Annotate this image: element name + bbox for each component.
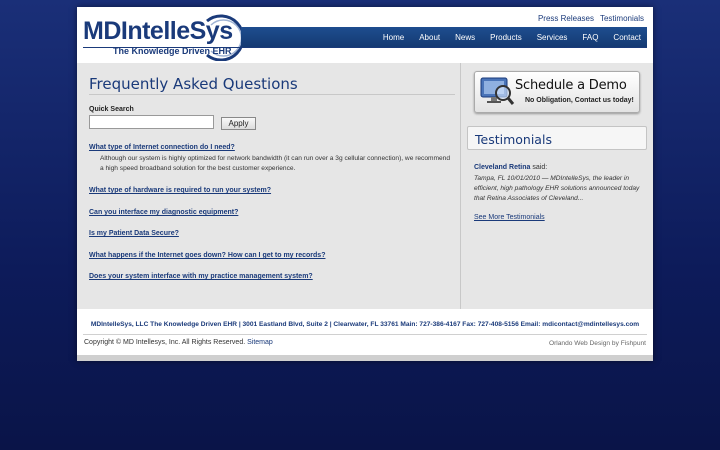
footer-bottom-bar <box>77 355 653 361</box>
top-link-press-releases[interactable]: Press Releases <box>538 14 594 23</box>
faq-main: Frequently Asked Questions Quick Search … <box>77 63 461 309</box>
site-footer: MDIntelleSys, LLC The Knowledge Driven E… <box>77 309 653 361</box>
faq-question-diagnostic-equipment[interactable]: Can you interface my diagnostic equipmen… <box>89 209 238 216</box>
sidebar: Schedule a Demo No Obligation, Contact u… <box>462 63 653 309</box>
nav-home[interactable]: Home <box>383 33 404 42</box>
faq-question-practice-management[interactable]: Does your system interface with my pract… <box>89 273 313 280</box>
top-links: Press Releases Testimonials <box>538 14 644 23</box>
credit-by: by Fishpunt <box>611 340 646 347</box>
nav-products[interactable]: Products <box>490 33 522 42</box>
testimonial-text: Tampa, FL 10/01/2010 — MDIntelleSys, the… <box>474 175 640 202</box>
monitor-magnifier-icon <box>480 77 515 105</box>
design-credit: Orlando Web Design by Fishpunt <box>549 340 646 347</box>
nav-news[interactable]: News <box>455 33 475 42</box>
apply-button[interactable]: Apply <box>221 117 256 130</box>
nav-contact[interactable]: Contact <box>613 33 641 42</box>
nav-services[interactable]: Services <box>537 33 568 42</box>
demo-title: Schedule a Demo <box>515 78 627 93</box>
nav-divider <box>83 47 647 48</box>
content-area: Frequently Asked Questions Quick Search … <box>77 63 653 309</box>
nav-about[interactable]: About <box>419 33 440 42</box>
faq-question-data-security[interactable]: Is my Patient Data Secure? <box>89 230 179 237</box>
testimonial-said: said: <box>532 164 548 171</box>
testimonial-author-name: Cleveland Retina <box>474 164 531 171</box>
schedule-demo-button[interactable]: Schedule a Demo No Obligation, Contact u… <box>474 71 640 113</box>
footer-divider <box>83 334 647 335</box>
site-logo[interactable]: MDIntelleSys The Knowledge Driven EHR <box>83 14 248 61</box>
faq-question-internet-connection[interactable]: What type of Internet connection do I ne… <box>89 144 235 151</box>
page-container: MDIntelleSys The Knowledge Driven EHR Pr… <box>77 7 653 361</box>
web-design-link[interactable]: Orlando Web Design <box>549 340 610 347</box>
site-header: MDIntelleSys The Knowledge Driven EHR Pr… <box>77 7 653 63</box>
faq-question-internet-down[interactable]: What happens if the Internet goes down? … <box>89 252 325 259</box>
top-link-testimonials[interactable]: Testimonials <box>600 14 644 23</box>
quick-search-label: Quick Search <box>89 106 134 113</box>
testimonial-author: Cleveland Retina said: <box>474 164 547 171</box>
testimonials-title: Testimonials <box>475 132 552 147</box>
see-more-testimonials-link[interactable]: See More Testimonials <box>474 214 545 221</box>
copyright-line: Copyright © MD Intellesys, Inc. All Righ… <box>84 339 273 346</box>
page-title: Frequently Asked Questions <box>89 75 298 93</box>
faq-question-hardware[interactable]: What type of hardware is required to run… <box>89 187 271 194</box>
sitemap-link[interactable]: Sitemap <box>247 339 273 346</box>
testimonials-header: Testimonials <box>467 126 647 150</box>
faq-answer-internet-connection: Although our system is highly optimized … <box>100 155 451 172</box>
quick-search-input[interactable] <box>89 115 214 129</box>
footer-address: MDIntelleSys, LLC The Knowledge Driven E… <box>90 321 640 328</box>
copyright-text: Copyright © MD Intellesys, Inc. All Righ… <box>84 339 246 346</box>
title-divider <box>89 94 455 95</box>
demo-subtitle: No Obligation, Contact us today! <box>525 97 634 104</box>
main-nav: Home About News Products Services FAQ Co… <box>241 27 647 47</box>
nav-faq[interactable]: FAQ <box>582 33 598 42</box>
